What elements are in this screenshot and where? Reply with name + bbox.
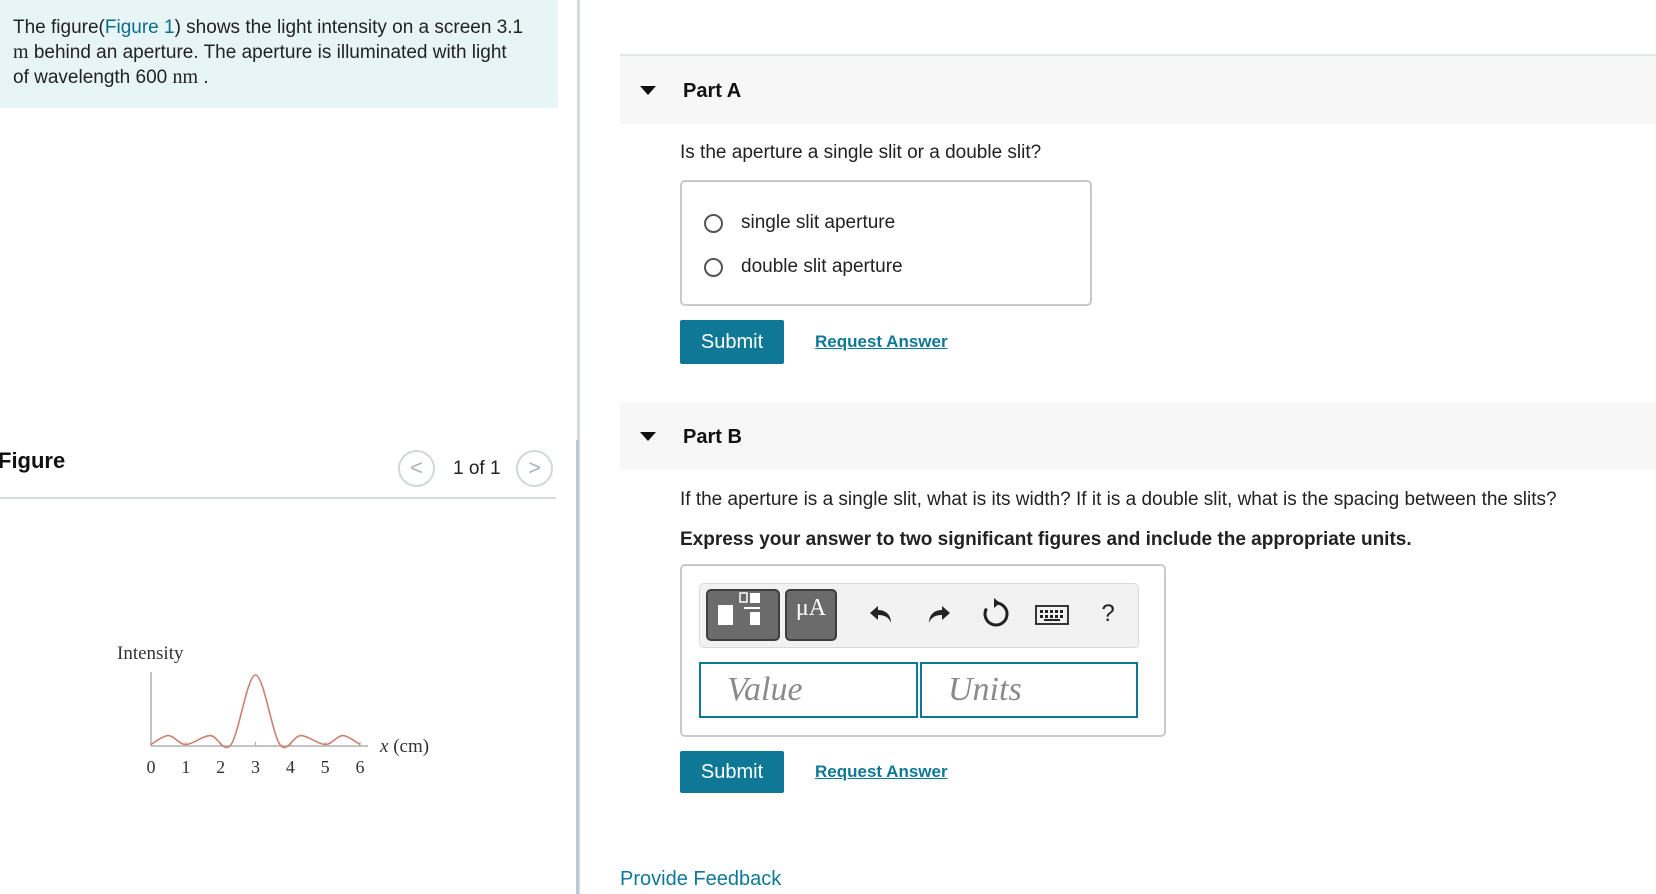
- units-icon: μA: [795, 595, 827, 621]
- intensity-chart: Intensity 0 1 2 3 4 5 6 x (cm): [117, 643, 429, 777]
- request-answer-link[interactable]: Request Answer: [815, 332, 948, 352]
- x-tick-label: 4: [286, 757, 295, 777]
- undo-button[interactable]: [866, 598, 898, 630]
- part-b-header[interactable]: Part B: [620, 402, 1656, 470]
- x-tick-label: 0: [147, 757, 156, 777]
- panel-resize-handle[interactable]: [576, 440, 579, 894]
- figure-next-button[interactable]: >: [516, 450, 553, 487]
- x-tick-label: 6: [356, 757, 365, 777]
- problem-line-2: m behind an aperture. The aperture is il…: [13, 40, 544, 65]
- submit-button[interactable]: Submit: [680, 751, 784, 793]
- redo-icon: [929, 606, 950, 623]
- reset-icon: [983, 598, 1009, 627]
- request-answer-link[interactable]: Request Answer: [815, 762, 948, 782]
- units-button[interactable]: μA: [785, 589, 837, 641]
- part-a-header[interactable]: Part A: [620, 56, 1656, 124]
- left-panel: The figure(Figure 1) shows the light int…: [0, 0, 579, 894]
- units-input[interactable]: Units: [920, 662, 1138, 718]
- value-input[interactable]: Value: [699, 662, 918, 718]
- intensity-curve: [150, 674, 361, 749]
- chart-ticks: 0 1 2 3 4 5 6: [147, 742, 365, 777]
- chevron-right-icon: >: [528, 455, 541, 480]
- x-tick-label: 2: [216, 757, 225, 777]
- caret-down-icon: [640, 86, 656, 95]
- part-b-instruction: Express your answer to two significant f…: [680, 529, 1412, 550]
- figure-divider: [0, 497, 556, 499]
- reset-button[interactable]: [980, 598, 1012, 630]
- figure-link[interactable]: Figure 1: [105, 17, 175, 38]
- caret-down-icon: [640, 432, 656, 441]
- option-double-slit[interactable]: double slit aperture: [704, 254, 903, 280]
- templates-icon: [718, 592, 760, 625]
- radio-button[interactable]: [704, 257, 723, 277]
- x-tick-label: 1: [181, 757, 190, 777]
- figure-title: Figure: [0, 448, 66, 473]
- part-b-question: If the aperture is a single slit, what i…: [680, 489, 1557, 510]
- problem-line-3: of wavelength 600 nm .: [13, 65, 544, 90]
- problem-text: ) shows the light intensity on a screen …: [174, 17, 524, 38]
- option-label: single slit aperture: [741, 212, 896, 233]
- chart-xlabel: x (cm): [379, 736, 429, 757]
- chevron-left-icon: <: [410, 455, 423, 480]
- problem-text: The figure(: [13, 17, 105, 38]
- math-toolbar: μA ?: [699, 583, 1139, 648]
- undo-icon: [870, 606, 891, 623]
- option-single-slit[interactable]: single slit aperture: [704, 210, 895, 236]
- problem-statement: The figure(Figure 1) shows the light int…: [0, 0, 558, 108]
- answer-options: single slit aperture double slit apertur…: [680, 180, 1092, 306]
- x-tick-label: 3: [251, 757, 260, 777]
- problem-line-1: The figure(Figure 1) shows the light int…: [13, 16, 544, 40]
- problem-text: behind an aperture. The aperture is illu…: [28, 42, 507, 63]
- chart-ylabel: Intensity: [117, 643, 184, 664]
- provide-feedback-link[interactable]: Provide Feedback: [620, 868, 781, 891]
- answer-box: μA ? Value Units: [680, 564, 1166, 737]
- problem-text: .: [198, 67, 209, 88]
- help-button[interactable]: ?: [1092, 598, 1124, 630]
- part-a-question: Is the aperture a single slit or a doubl…: [680, 142, 1042, 163]
- part-b-title: Part B: [683, 426, 742, 448]
- keyboard-button[interactable]: [1034, 598, 1070, 630]
- figure-counter: 1 of 1: [453, 458, 501, 479]
- part-a-title: Part A: [683, 80, 742, 102]
- x-tick-label: 5: [321, 757, 330, 777]
- keyboard-icon: [1035, 605, 1069, 625]
- distance-unit: m: [13, 41, 29, 63]
- figure-prev-button[interactable]: <: [398, 450, 435, 487]
- option-label: double slit aperture: [741, 256, 903, 277]
- templates-button[interactable]: [706, 589, 780, 641]
- problem-text: of wavelength 600: [13, 67, 173, 88]
- redo-button[interactable]: [922, 598, 954, 630]
- help-icon: ?: [1101, 600, 1115, 627]
- radio-button[interactable]: [704, 213, 723, 233]
- submit-button[interactable]: Submit: [680, 320, 784, 364]
- wavelength-unit: nm: [172, 66, 199, 88]
